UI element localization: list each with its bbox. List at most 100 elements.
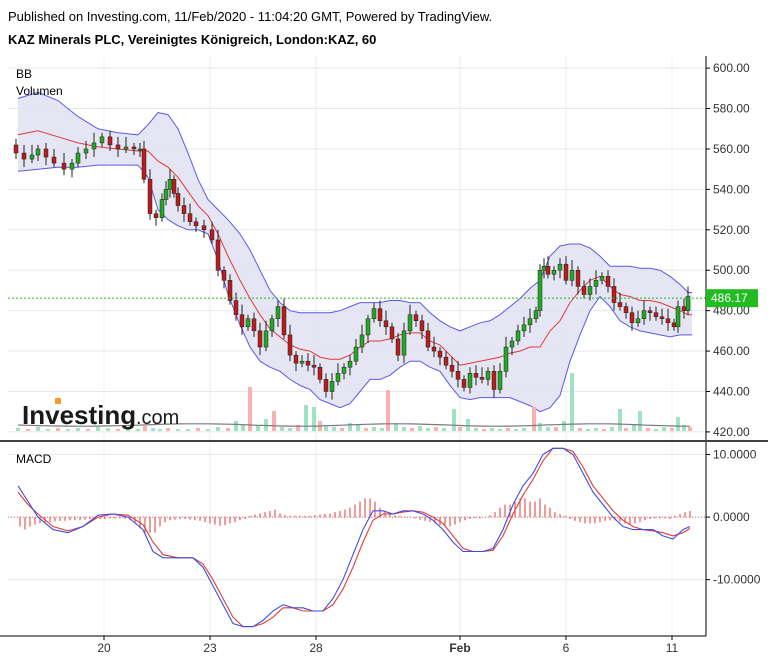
volume-bar [586, 429, 590, 431]
macd-axis-ticks: 10.0000 0.0000 -10.0000 [706, 448, 761, 587]
volume-bar [364, 428, 368, 431]
volume-bar [434, 427, 438, 431]
volume-bar [602, 429, 606, 431]
candle-body [257, 330, 263, 348]
candle-body [665, 318, 671, 324]
price-axis-ticks: 600.00580.00560.00540.00520.00500.00480.… [706, 61, 750, 439]
candle-body [317, 366, 323, 380]
candle-body [479, 377, 485, 380]
candle-body [515, 330, 521, 342]
candle-body [675, 306, 681, 328]
candle-body [599, 276, 605, 281]
candle-body [575, 269, 581, 287]
candle-body [509, 340, 515, 348]
volume-bar [532, 407, 536, 431]
volume-bar [458, 427, 462, 431]
candle-body [653, 312, 659, 317]
candle-body [83, 148, 89, 154]
candle-body [43, 148, 49, 158]
price-tick-label: 460.00 [713, 344, 750, 358]
volume-bar [490, 428, 494, 431]
volume-bar [372, 427, 376, 431]
candle-body [123, 146, 129, 150]
candle-body [21, 152, 27, 160]
volume-bar [570, 373, 574, 431]
candle-body [281, 306, 287, 336]
chart-canvas[interactable]: BB Volumen Investing .com 600.00 580.00 56… [0, 0, 776, 662]
volume-bar [332, 427, 336, 431]
candle-body [263, 330, 269, 348]
price-tick-label: 520.00 [713, 223, 750, 237]
volume-bar [538, 423, 542, 431]
time-tick-label: 23 [203, 641, 217, 655]
macd-signal-line [17, 447, 691, 628]
candle-body [359, 334, 365, 348]
candle-body [681, 306, 687, 311]
last-price-tag-label: 486.17 [711, 291, 748, 305]
candle-body [497, 371, 503, 390]
watermark-suffix: .com [136, 407, 179, 429]
candle-body [171, 179, 177, 194]
volume-bar [676, 417, 680, 431]
candle-body [377, 308, 383, 322]
candle-body [473, 373, 479, 378]
price-tick-label: 560.00 [713, 142, 750, 156]
volume-bar [226, 428, 230, 431]
time-axis[interactable]: 20 23 28 Feb 6 11 [0, 635, 706, 655]
volume-bar [546, 427, 550, 431]
time-tick-label: Feb [449, 641, 470, 655]
candle-body [299, 360, 305, 364]
candle-body [629, 312, 635, 324]
candle-body [29, 154, 35, 160]
candle-body [353, 346, 359, 362]
volume-bar [452, 409, 456, 431]
price-pane[interactable]: BB Volumen Investing .com [8, 56, 706, 440]
volume-bar [474, 428, 478, 431]
candle-body [233, 300, 239, 315]
candle-body [491, 371, 497, 390]
candle-body [13, 144, 19, 154]
volume-bar [638, 411, 642, 431]
candle-body [389, 326, 395, 340]
candle-body [115, 144, 121, 150]
candle-body [181, 205, 187, 214]
price-axis[interactable]: 600.00580.00560.00540.00520.00500.00480.… [705, 56, 758, 440]
volume-bar [662, 427, 666, 431]
candle-body [425, 330, 431, 348]
volume-bar [426, 428, 430, 431]
candle-body [323, 379, 329, 392]
macd-axis[interactable]: 10.0000 0.0000 -10.0000 [705, 442, 761, 636]
volume-bar [506, 428, 510, 431]
candle-body [269, 318, 275, 332]
candle-body [641, 310, 647, 319]
macd-tick-label: 0.0000 [713, 510, 750, 524]
candle-body [455, 371, 461, 380]
volume-bar [186, 429, 190, 431]
candle-body [251, 318, 257, 332]
volume-bar [196, 428, 200, 431]
volume-bar [356, 425, 360, 431]
volume-bar [418, 426, 422, 431]
volume-bar [482, 429, 486, 431]
macd-tick-label: -10.0000 [713, 573, 761, 587]
candle-body [227, 280, 233, 301]
volume-bar [348, 423, 352, 431]
candle-body [449, 364, 455, 372]
volume-bar [688, 427, 692, 431]
volume-bar [304, 405, 308, 431]
candle-body [671, 322, 677, 328]
volume-bar [654, 429, 658, 431]
candle-body [581, 286, 587, 295]
candle-body [467, 373, 473, 388]
time-tick-label: 6 [563, 641, 570, 655]
volume-bar [272, 411, 276, 431]
macd-pane[interactable]: MACD [8, 442, 706, 636]
candle-body [287, 334, 293, 356]
legend-bb-label: BB [16, 67, 32, 81]
candle-body [437, 350, 443, 358]
volume-bar [610, 427, 614, 431]
candle-body [153, 213, 159, 218]
candle-body [137, 148, 143, 151]
volume-bar [498, 429, 502, 431]
price-tick-label: 420.00 [713, 425, 750, 439]
